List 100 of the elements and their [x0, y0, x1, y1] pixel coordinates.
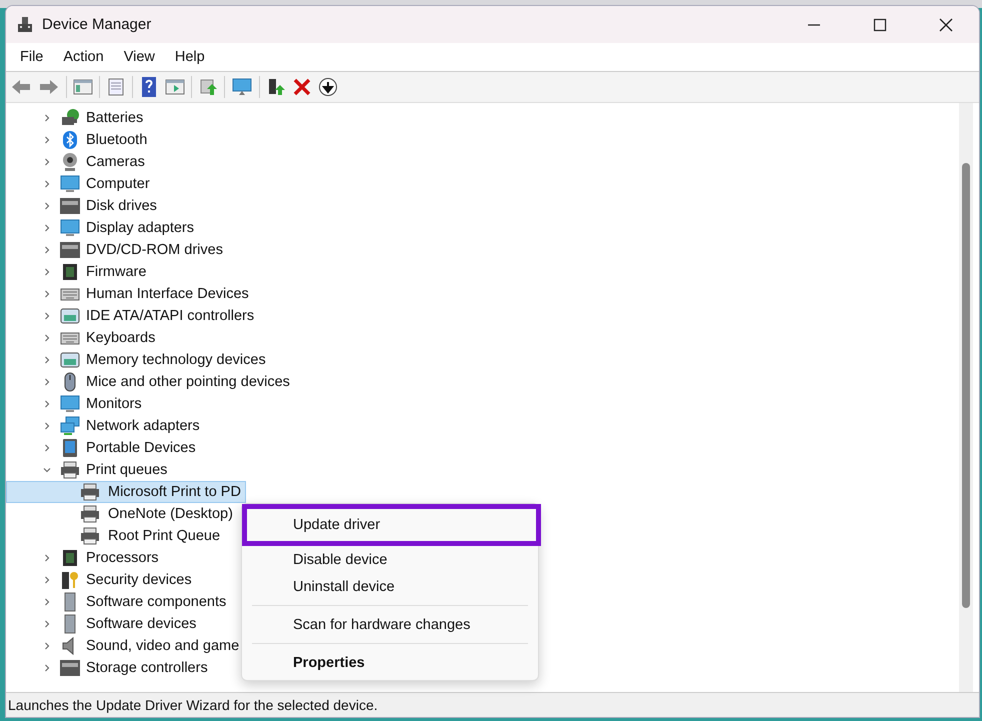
tree-label: Cameras — [86, 154, 145, 170]
menu-item[interactable]: Action — [53, 49, 114, 65]
chevron-icon[interactable] — [42, 399, 52, 409]
chevron-icon[interactable] — [42, 553, 52, 563]
tree-item[interactable]: Processors — [6, 547, 163, 569]
tree-item[interactable]: Mice and other pointing devices — [6, 371, 294, 393]
tree-item[interactable]: Portable Devices — [6, 437, 200, 459]
tree-item[interactable]: Root Print Queue — [6, 525, 226, 547]
chevron-icon[interactable] — [42, 223, 52, 233]
forward-arrow-icon[interactable] — [38, 77, 60, 97]
chevron-icon[interactable] — [42, 333, 52, 343]
chevron-icon[interactable] — [42, 355, 52, 365]
tree-item[interactable]: Cameras — [6, 151, 149, 173]
tree-label: Memory technology devices — [86, 352, 266, 368]
help-icon[interactable] — [139, 76, 159, 98]
tree-item[interactable]: Batteries — [6, 107, 148, 129]
download-icon[interactable] — [318, 77, 338, 97]
menu-item[interactable]: View — [114, 49, 165, 65]
tree-item[interactable]: Security devices — [6, 569, 196, 591]
monitor-icon — [60, 394, 80, 414]
window-pane-icon[interactable] — [73, 77, 93, 97]
chevron-icon[interactable] — [42, 201, 52, 211]
tree-label: Mice and other pointing devices — [86, 374, 290, 390]
tree-label: Bluetooth — [86, 132, 148, 148]
back-arrow-icon[interactable] — [10, 77, 32, 97]
tree-item[interactable]: Disk drives — [6, 195, 161, 217]
tree-item[interactable]: Human Interface Devices — [6, 283, 253, 305]
chevron-icon[interactable] — [42, 619, 52, 629]
chevron-icon[interactable] — [42, 267, 52, 277]
tree-item[interactable]: Software components — [6, 591, 230, 613]
scan-icon[interactable] — [198, 77, 218, 97]
drive-icon — [60, 240, 80, 260]
chevron-icon[interactable] — [42, 113, 52, 123]
tree-item[interactable]: Computer — [6, 173, 154, 195]
tree-label: Human Interface Devices — [86, 286, 249, 302]
printer-icon — [80, 504, 100, 524]
chevron-icon[interactable] — [42, 289, 52, 299]
chevron-icon[interactable] — [42, 597, 52, 607]
menu-item[interactable]: Help — [164, 49, 215, 65]
printer-icon — [80, 482, 100, 502]
scrollbar-thumb[interactable] — [962, 163, 970, 608]
chevron-icon[interactable] — [42, 377, 52, 387]
menu-option[interactable]: Uninstall device — [242, 573, 541, 600]
tree-item[interactable]: Storage controllers — [6, 657, 212, 679]
window-pane-icon[interactable] — [165, 77, 185, 97]
tree-item[interactable]: Memory technology devices — [6, 349, 270, 371]
tree-item[interactable]: Display adapters — [6, 217, 198, 239]
chevron-icon[interactable] — [42, 421, 52, 431]
chevron-icon[interactable] — [42, 157, 52, 167]
tree-item[interactable]: Keyboards — [6, 327, 160, 349]
tree-item[interactable]: Software devices — [6, 613, 200, 635]
device-update-icon[interactable] — [266, 77, 286, 97]
menu-option[interactable]: Scan for hardware changes — [242, 611, 541, 638]
tree-label: Batteries — [86, 110, 144, 126]
remove-icon[interactable] — [292, 77, 312, 97]
monitor-icon[interactable] — [231, 77, 253, 97]
tree-label: Display adapters — [86, 220, 194, 236]
tree-item[interactable]: Print queues — [6, 459, 172, 481]
chevron-icon[interactable] — [42, 311, 52, 321]
webcam-icon — [60, 152, 80, 172]
tree-label: Disk drives — [86, 198, 157, 214]
chevron-icon[interactable] — [42, 179, 52, 189]
window-title: Device Manager — [42, 16, 152, 33]
chevron-icon[interactable] — [42, 641, 52, 651]
menu-option[interactable]: Properties — [242, 649, 541, 676]
network-icon — [60, 416, 80, 436]
chevron-icon[interactable] — [42, 465, 52, 475]
monitor-icon — [60, 218, 80, 238]
maximize-icon[interactable] — [873, 18, 887, 32]
tree-item[interactable]: DVD/CD-ROM drives — [6, 239, 227, 261]
chevron-icon[interactable] — [42, 245, 52, 255]
key-icon — [60, 570, 80, 590]
tree-item[interactable]: Monitors — [6, 393, 146, 415]
chip-icon — [60, 548, 80, 568]
tree-item[interactable]: Microsoft Print to PD — [6, 481, 246, 503]
tree-item[interactable]: Network adapters — [6, 415, 204, 437]
chevron-icon[interactable] — [42, 443, 52, 453]
tree-label: Storage controllers — [86, 660, 208, 676]
chevron-icon[interactable] — [42, 135, 52, 145]
tree-item[interactable]: Sound, video and game — [6, 635, 244, 657]
scrollbar[interactable] — [959, 103, 973, 692]
bluetooth-icon — [60, 130, 80, 150]
menu-item[interactable]: File — [10, 49, 54, 65]
drive-icon — [60, 196, 80, 216]
chevron-icon[interactable] — [42, 663, 52, 673]
chip-icon — [60, 262, 80, 282]
tree-item[interactable]: Firmware — [6, 261, 150, 283]
status-text: Launches the Update Driver Wizard for the selected device. — [8, 697, 378, 713]
drive-icon — [60, 658, 80, 678]
tree-label: Security devices — [86, 572, 192, 588]
tree-label: IDE ATA/ATAPI controllers — [86, 308, 254, 324]
tree-item[interactable]: IDE ATA/ATAPI controllers — [6, 305, 258, 327]
tree-item[interactable]: OneNote (Desktop) — [6, 503, 238, 525]
document-icon[interactable] — [106, 77, 126, 97]
chevron-icon[interactable] — [42, 575, 52, 585]
close-icon[interactable] — [939, 18, 953, 32]
tree-item[interactable]: Bluetooth — [6, 129, 152, 151]
tree-label: DVD/CD-ROM drives — [86, 242, 223, 258]
menu-option[interactable]: Update driver — [242, 504, 541, 546]
menu-option[interactable]: Disable device — [242, 546, 541, 573]
